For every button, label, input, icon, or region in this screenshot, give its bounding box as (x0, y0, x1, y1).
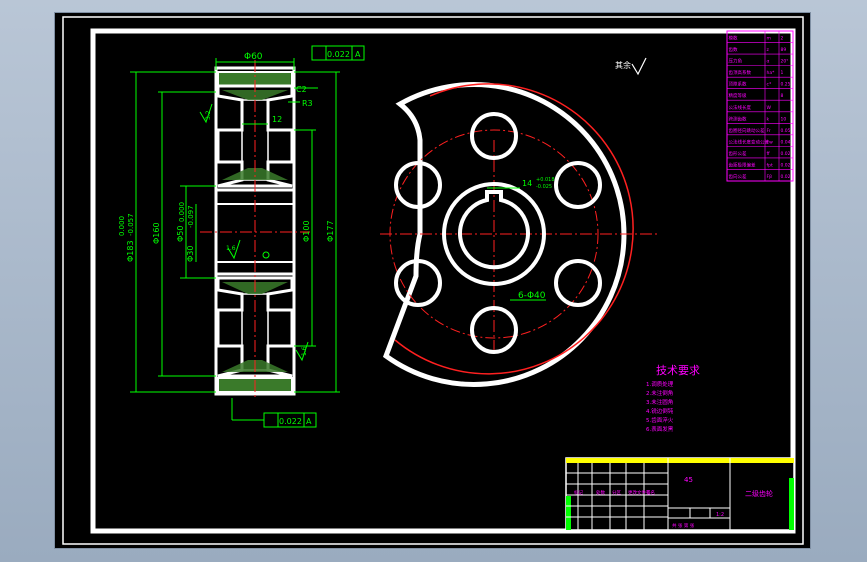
param-cell: 2 (781, 36, 784, 42)
tech-req-line: 4.锐边倒钝 (646, 407, 674, 415)
datum-bottom: A (306, 417, 312, 426)
param-cell: 跨测齿数 (729, 115, 747, 122)
param-cell: 89 (781, 47, 787, 53)
param-cell: 公法线长度 (729, 104, 752, 111)
param-cell: 齿向公差 (729, 173, 747, 180)
tech-req-line: 1.调质处理 (646, 380, 674, 388)
param-cell: c* (767, 82, 772, 88)
dim-d183: Φ183 (126, 240, 135, 262)
roughness-symbol (631, 57, 647, 76)
tb-label: 签名 (646, 489, 655, 496)
dim-d183-upper: 0.000 (118, 216, 126, 236)
dim-d160: Φ160 (152, 222, 161, 244)
tech-req-title: 技术要求 (656, 364, 700, 377)
param-cell: k (767, 116, 770, 122)
param-cell: 精度等级 (729, 92, 747, 99)
dim-keyway-upper: +0.018 (536, 177, 555, 183)
param-cell: 齿距极限偏差 (729, 161, 756, 168)
dim-d30-upper: 0.000 (178, 202, 186, 222)
param-cell: W (767, 105, 772, 111)
param-cell: 0.02 (781, 162, 791, 168)
param-cell: 压力角 (729, 58, 743, 65)
param-cell: α (767, 60, 770, 65)
param-cell: Fr (767, 128, 771, 134)
roughness-note: 其余 (615, 60, 631, 70)
dim-keyway-lower: -0.025 (536, 184, 552, 190)
param-cell: 齿顶高系数 (729, 69, 752, 76)
part-name: 二级齿轮 (745, 489, 773, 498)
param-cell: 齿形公差 (729, 150, 747, 157)
dim-d30: Φ30 (186, 246, 195, 262)
param-cell: 齿圈径向跳动公差 (729, 127, 765, 134)
param-cell: 20° (781, 59, 789, 65)
tb-label: 共 张 第 张 (672, 522, 695, 529)
param-cell: 0.25 (781, 82, 791, 88)
ra-top: 3.2 (205, 110, 212, 120)
dim-d30-lower: -0.097 (187, 205, 195, 228)
tech-req-line: 5.齿面淬火 (646, 416, 674, 424)
param-cell: fpt (767, 162, 773, 168)
dim-d60: Φ60 (244, 52, 263, 62)
param-cell: 10 (781, 116, 787, 122)
front-view (380, 82, 660, 387)
tb-label: 分区 (612, 489, 621, 496)
tb-label: 处数 (596, 489, 605, 496)
param-cell: 顶隙系数 (729, 81, 747, 88)
ra-left: 1.6 (226, 245, 236, 252)
param-cell: 0.02 (781, 174, 791, 180)
param-cell: 8 (781, 93, 784, 99)
dim-d50: Φ50 (176, 226, 185, 242)
tb-label: 标记 (574, 489, 583, 496)
datum-top: A (355, 50, 361, 59)
dim-d177: Φ177 (326, 220, 335, 242)
tech-req-line: 2.未注倒角 (646, 389, 673, 397)
param-cell: z (767, 48, 770, 53)
tol-value-bottom: 0.022 (279, 417, 302, 426)
param-cell: 模数 (729, 35, 738, 42)
ra-right: 1.6 (301, 346, 308, 356)
param-cell: 0.04 (781, 139, 791, 145)
cad-drawing: Φ60 0.022 A C2 R3 12 0.022 A Φ183 0.000 … (62, 16, 804, 545)
dim-holes: 6-Φ40 (518, 291, 546, 301)
tol-value-top: 0.022 (327, 50, 350, 59)
dim-radius: R3 (302, 99, 313, 108)
dim-keyway: 14 (522, 179, 532, 188)
tech-requirements: 技术要求 1.调质处理 2.未注倒角 3.未注圆角 4.锐边倒钝 5.齿面淬火 … (646, 364, 700, 433)
dim-d100: Φ100 (302, 220, 311, 242)
parameter-table: 模数 m 2 齿数 z 89 压力角 α 20° 齿顶高系数 ha* 1 顶隙系数 c* 0.25 精度等级 8… (726, 30, 794, 182)
drawing-frame (90, 28, 796, 534)
tech-req-line: 3.未注圆角 (646, 398, 673, 406)
dim-d183-lower: -0.057 (127, 213, 135, 236)
part-material: 45 (684, 476, 693, 484)
tech-req-line: 6.表面发黑 (646, 425, 674, 433)
param-cell: Fw (767, 139, 774, 145)
param-cell: 公法线长度变动公差 (729, 138, 770, 145)
param-cell: ff (767, 151, 771, 157)
param-cell: 1 (781, 70, 784, 76)
dim-width: 12 (272, 115, 282, 124)
param-cell: 齿数 (729, 46, 738, 53)
param-cell: Fβ (767, 174, 773, 180)
param-cell: m (767, 37, 771, 42)
dim-chamfer: C2 (296, 85, 307, 94)
param-cell: 0.05 (781, 128, 791, 134)
drawing-scale: 1:2 (716, 512, 724, 518)
param-cell: 0.02 (781, 151, 791, 157)
param-cell: ha* (767, 70, 776, 76)
